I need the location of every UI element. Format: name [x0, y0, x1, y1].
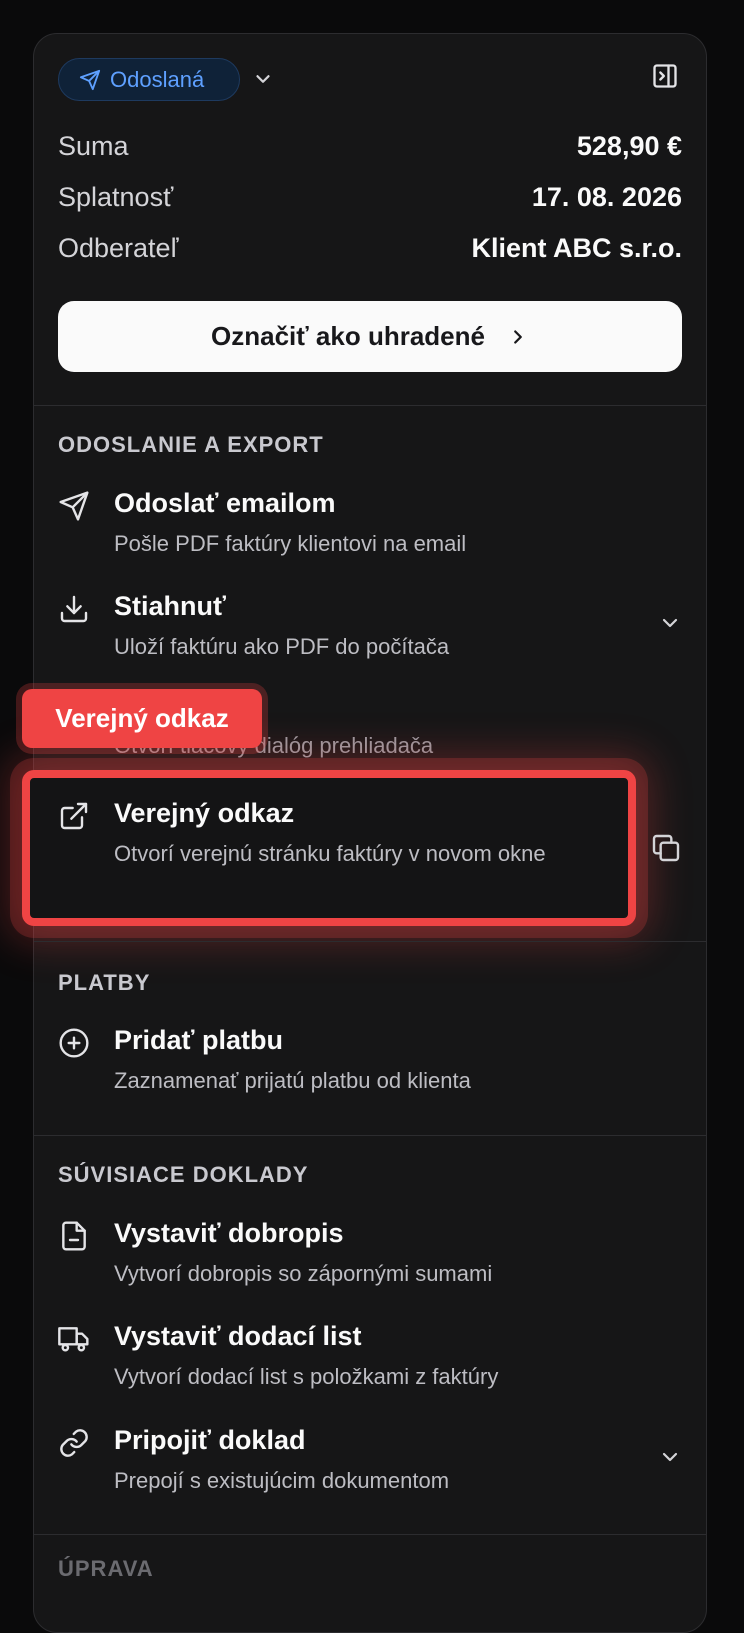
truck-icon [58, 1327, 89, 1352]
download-icon [60, 595, 88, 623]
item-title: Vystaviť dodací list [114, 1321, 362, 1351]
chevron-down-icon[interactable] [252, 68, 274, 90]
send-email-item[interactable]: Odoslať emailom Pošle PDF faktúry klient… [58, 488, 682, 558]
summary-value: Klient ABC s.r.o. [471, 232, 682, 263]
status-badge[interactable]: Odoslaná [58, 58, 240, 101]
mark-paid-button[interactable]: Označiť ako uhradené [58, 301, 682, 372]
item-desc: Zaznamenať prijatú platbu od klienta [114, 1068, 471, 1093]
copy-icon[interactable] [650, 832, 682, 864]
chevron-down-icon[interactable] [658, 1445, 682, 1469]
public-link-item[interactable]: Verejný odkaz Otvorí verejnú stránku fak… [58, 798, 682, 898]
mark-paid-label: Označiť ako uhradené [211, 321, 485, 351]
credit-note-item[interactable]: Vystaviť dobropis Vytvorí dobropis so zá… [58, 1218, 682, 1288]
item-desc: Vytvorí dodací list s položkami z faktúr… [114, 1364, 499, 1389]
highlight-tag: Verejný odkaz [22, 689, 262, 748]
plus-circle-icon [59, 1028, 89, 1058]
chevron-right-icon [514, 329, 522, 344]
item-desc: Vytvorí dobropis so zápornými sumami [114, 1261, 493, 1286]
item-title: Verejný odkaz [114, 798, 295, 828]
item-desc: Prepojí s existujúcim dokumentom [114, 1468, 450, 1493]
add-payment-item[interactable]: Pridať platbu Zaznamenať prijatú platbu … [58, 1025, 682, 1095]
divider [34, 1534, 706, 1535]
item-title: Stiahnuť [114, 591, 226, 621]
file-minus-icon [62, 1221, 86, 1251]
item-title: Odoslať emailom [114, 488, 336, 518]
item-desc: Otvorí verejnú stránku faktúry v novom o… [114, 841, 546, 866]
send-icon [59, 491, 89, 521]
item-desc: Uloží faktúru ako PDF do počítača [114, 634, 450, 659]
item-title: Pridať platbu [114, 1025, 283, 1055]
summary-customer: Odberateľ Klient ABC s.r.o. [58, 228, 682, 268]
status-label: Odoslaná [110, 66, 205, 92]
external-link-icon [60, 802, 88, 830]
summary-label: Splatnosť [58, 181, 174, 212]
link-document-item[interactable]: Pripojiť doklad Prepojí s existujúcim do… [58, 1425, 682, 1495]
download-item[interactable]: Stiahnuť Uloží faktúru ako PDF do počíta… [58, 591, 682, 661]
section-title-export: ODOSLANIE A EXPORT [58, 432, 324, 457]
summary-label: Odberateľ [58, 232, 179, 263]
summary-value: 17. 08. 2026 [531, 181, 682, 212]
item-title: Pripojiť doklad [114, 1425, 306, 1455]
item-desc: Pošle PDF faktúry klientovi na email [114, 531, 467, 556]
item-title: Vystaviť dobropis [114, 1218, 344, 1248]
summary-label: Suma [58, 130, 129, 161]
section-title-payments: PLATBY [58, 970, 151, 995]
summary-value: 528,90 € [576, 130, 682, 161]
chevron-down-icon[interactable] [658, 611, 682, 635]
link-icon [60, 1429, 88, 1457]
divider [34, 941, 706, 942]
section-title-related: SÚVISIACE DOKLADY [58, 1162, 309, 1187]
divider [34, 405, 706, 406]
sidebar-toggle-icon[interactable] [651, 62, 679, 90]
send-icon [79, 69, 101, 90]
delivery-note-item[interactable]: Vystaviť dodací list Vytvorí dodací list… [58, 1321, 682, 1391]
section-title-edit: ÚPRAVA [58, 1556, 154, 1581]
summary-amount: Suma 528,90 € [58, 126, 682, 166]
summary-due-date: Splatnosť 17. 08. 2026 [58, 177, 682, 217]
divider [34, 1135, 706, 1136]
